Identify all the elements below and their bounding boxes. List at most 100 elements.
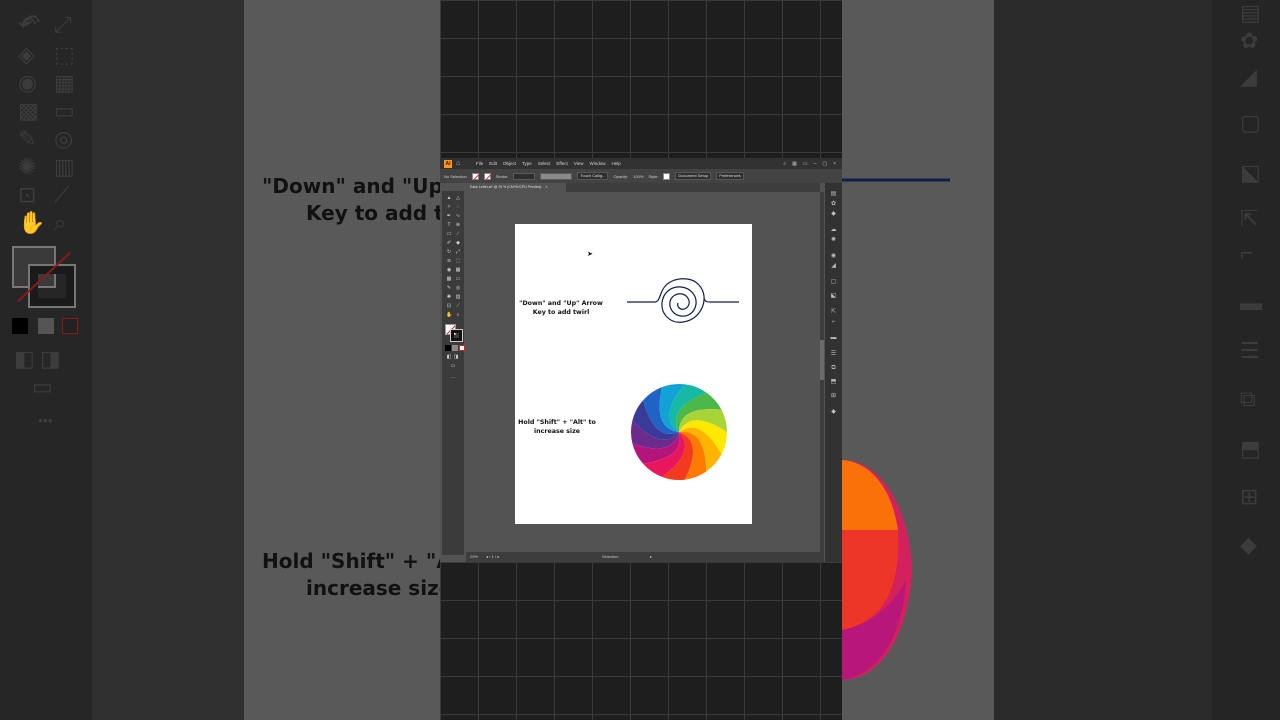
- pathfinder-panel-icon[interactable]: ⧉: [830, 365, 837, 372]
- type-tool-icon[interactable]: T: [446, 222, 452, 228]
- mesh-tool-icon[interactable]: ▩: [446, 276, 452, 282]
- eyedropper-tool-icon[interactable]: ✎: [446, 285, 452, 291]
- stroke-swatch[interactable]: [483, 172, 491, 180]
- links-panel-icon[interactable]: ⬕: [830, 293, 837, 300]
- maximize-icon[interactable]: ▢: [822, 161, 827, 167]
- scale-tool-icon[interactable]: ⤢: [455, 249, 461, 255]
- rotate-tool-icon[interactable]: ↻: [446, 249, 452, 255]
- menu-object[interactable]: Object: [503, 158, 516, 169]
- blend-tool-icon[interactable]: ◎: [455, 285, 461, 291]
- tools-panel: ▲ △ ✧ ◌ ✒ ∿ T ⊕ ▭ ∕ ✐ ◆ ↻ ⤢ ≋ ⬚ ◉ ▦ ▩ ▭ …: [442, 191, 465, 555]
- transform-panel-icon[interactable]: ⬒: [830, 379, 837, 386]
- stroke-color-box[interactable]: [450, 329, 463, 342]
- menu-window[interactable]: Window: [589, 158, 605, 169]
- minimize-icon[interactable]: –: [814, 161, 817, 167]
- bg-slice-icon: ⟋: [54, 182, 70, 207]
- vertical-scroll-thumb[interactable]: [820, 340, 824, 380]
- close-icon[interactable]: ×: [833, 161, 836, 167]
- twirl-spiral-path[interactable]: [627, 276, 739, 328]
- swatches-panel-icon[interactable]: ◆: [830, 211, 837, 218]
- zoom-tool-icon[interactable]: ⌕: [455, 312, 461, 318]
- slice-tool-icon[interactable]: ⟋: [455, 303, 461, 309]
- document-setup-button[interactable]: Document Setup: [675, 172, 712, 180]
- perspective-grid-tool-icon[interactable]: ▦: [455, 267, 461, 273]
- column-graph-tool-icon[interactable]: ▥: [455, 294, 461, 300]
- eraser-tool-icon[interactable]: ◆: [455, 240, 461, 246]
- document-tab-close[interactable]: ×: [545, 185, 547, 189]
- none-mode-icon[interactable]: [459, 345, 465, 351]
- magic-wand-tool-icon[interactable]: ✧: [446, 204, 452, 210]
- brush-dropdown[interactable]: Touch Callig...: [577, 172, 609, 180]
- lasso-tool-icon[interactable]: ◌: [455, 204, 461, 210]
- spiral-stroke: [627, 278, 739, 323]
- rectangle-tool-icon[interactable]: ▭: [446, 231, 452, 237]
- artboard[interactable]: ➤ "Down" and "Up" Arrow Key to add twirl…: [515, 224, 752, 524]
- draw-behind-icon[interactable]: ◨: [453, 354, 459, 360]
- bg-draw-behind-icon: ◨: [40, 346, 61, 371]
- menu-effect[interactable]: Effect: [556, 158, 567, 169]
- variable-width-field[interactable]: [540, 172, 573, 180]
- pen-tool-icon[interactable]: ✒: [446, 213, 452, 219]
- status-arrow-icon[interactable]: ▸: [650, 552, 652, 562]
- asset-export-panel-icon[interactable]: ⊞: [830, 393, 837, 400]
- width-tool-icon[interactable]: ≋: [446, 258, 452, 264]
- screen-mode-icon[interactable]: ▭: [450, 363, 456, 369]
- comments-panel-icon[interactable]: ▬: [830, 335, 837, 342]
- hand-tool-icon[interactable]: ✋: [446, 312, 452, 318]
- menu-help[interactable]: Help: [611, 158, 620, 169]
- selection-tool-icon[interactable]: ▲: [446, 195, 452, 201]
- fill-stroke-control[interactable]: [445, 324, 463, 342]
- gradient-mode-icon[interactable]: [452, 345, 458, 351]
- gradient-tool-icon[interactable]: ▭: [455, 276, 461, 282]
- draw-normal-icon[interactable]: ◧: [446, 354, 452, 360]
- style-swatch[interactable]: [663, 172, 671, 180]
- layers-panel-icon[interactable]: ◆: [830, 409, 837, 416]
- menu-select[interactable]: Select: [538, 158, 551, 169]
- curvature-tool-icon[interactable]: ∿: [455, 213, 461, 219]
- edit-toolbar-icon[interactable]: ⋯: [450, 375, 456, 381]
- menu-file[interactable]: File: [476, 158, 483, 169]
- document-tab[interactable]: Ease Letter.ai* @ 29 % (CMYK/CPU Preview…: [466, 183, 566, 192]
- preferences-button[interactable]: Preferences: [716, 172, 744, 180]
- panel-icon[interactable]: ▭: [803, 161, 808, 167]
- touch-type-tool-icon[interactable]: ⊕: [455, 222, 461, 228]
- artboards-panel-icon[interactable]: ⌐: [830, 319, 837, 326]
- graphic-styles-panel-icon[interactable]: ◉: [830, 253, 837, 260]
- arrange-icon[interactable]: ▦: [792, 161, 797, 167]
- direct-selection-tool-icon[interactable]: △: [455, 195, 461, 201]
- free-transform-tool-icon[interactable]: ⬚: [455, 258, 461, 264]
- gradient-panel-icon[interactable]: ◢: [830, 263, 837, 270]
- artboard-nav-icon[interactable]: ◂ ‹ 1 › ▸: [486, 552, 499, 562]
- shape-builder-tool-icon[interactable]: ◉: [446, 267, 452, 273]
- export-panel-icon[interactable]: ⇱: [830, 309, 837, 316]
- bg-fill-stroke: [12, 246, 76, 308]
- paintbrush-tool-icon[interactable]: ∕: [455, 231, 461, 237]
- color-panel-icon[interactable]: ✿: [830, 201, 837, 208]
- canvas-area[interactable]: ➤ "Down" and "Up" Arrow Key to add twirl…: [466, 192, 820, 552]
- document-tab-bar: Ease Letter.ai* @ 29 % (CMYK/CPU Preview…: [466, 183, 820, 192]
- home-icon[interactable]: ⌂: [456, 160, 464, 168]
- menu-view[interactable]: View: [574, 158, 584, 169]
- shaper-tool-icon[interactable]: ✐: [446, 240, 452, 246]
- vertical-scrollbar[interactable]: [820, 192, 824, 552]
- properties-panel-icon[interactable]: ▤: [830, 191, 837, 198]
- brushes-panel-icon[interactable]: ☁: [830, 227, 837, 234]
- symbols-panel-icon[interactable]: ✺: [830, 237, 837, 244]
- symbol-sprayer-tool-icon[interactable]: ✺: [446, 294, 452, 300]
- fill-swatch[interactable]: [471, 172, 479, 180]
- stroke-weight-field[interactable]: [513, 172, 536, 180]
- bg-draw-mode-icon: ◧: [14, 346, 35, 371]
- search-icon[interactable]: ⌕: [783, 161, 786, 167]
- rainbow-twirl-flower[interactable]: [627, 380, 731, 484]
- menu-type[interactable]: Type: [522, 158, 532, 169]
- opacity-value[interactable]: 100%: [633, 174, 643, 179]
- menu-edit[interactable]: Edit: [489, 158, 497, 169]
- zoom-level[interactable]: 29%: [470, 552, 478, 562]
- bg-artboard-icon: ⊡: [18, 182, 37, 207]
- align-panel-icon[interactable]: ☰: [830, 351, 837, 358]
- desk-grid-top: [440, 0, 842, 158]
- bg-color-icon: [12, 318, 28, 334]
- artboard-tool-icon[interactable]: ⊡: [446, 303, 452, 309]
- transparency-panel-icon[interactable]: ▢: [830, 279, 837, 286]
- color-mode-icon[interactable]: [445, 345, 451, 351]
